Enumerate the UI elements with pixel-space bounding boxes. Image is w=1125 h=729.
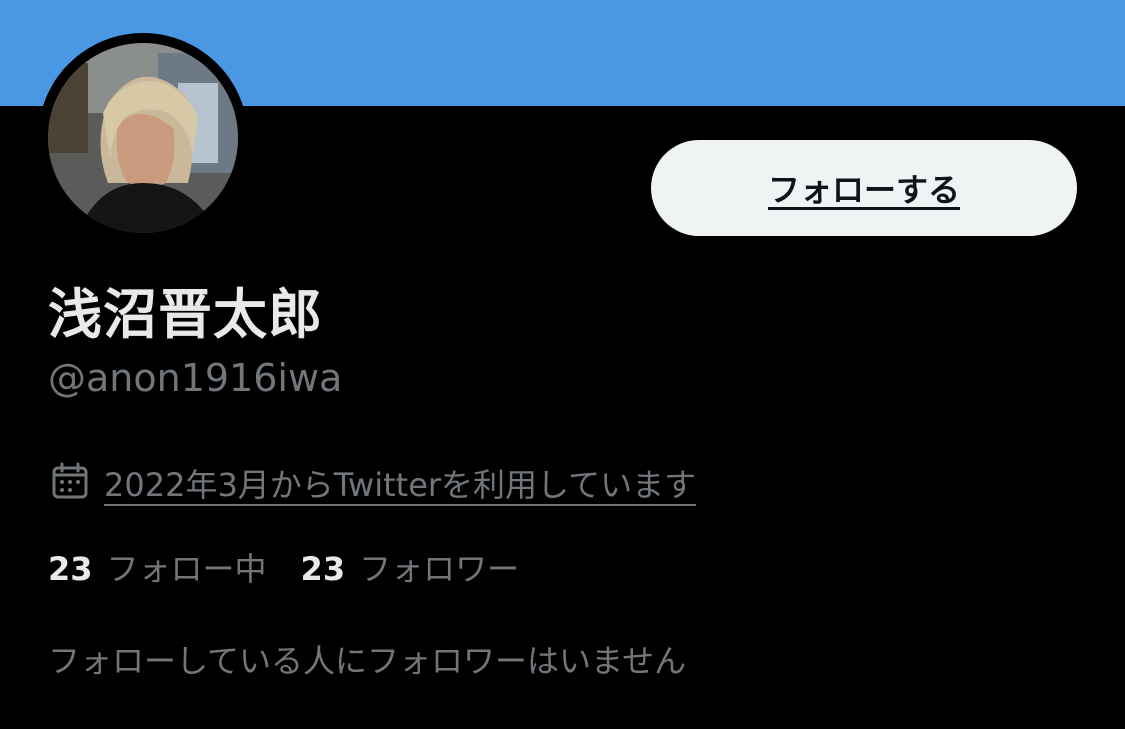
followers-count: 23: [300, 550, 346, 588]
user-handle: @anon1916iwa: [48, 356, 343, 400]
avatar-image: [48, 43, 238, 233]
mutual-followers-note: フォローしている人にフォロワーはいません: [48, 642, 687, 680]
avatar[interactable]: [48, 43, 238, 233]
follow-button[interactable]: フォローする: [651, 140, 1077, 236]
followers-link[interactable]: 23 フォロワー: [301, 544, 520, 590]
display-name: 浅沼晋太郎: [48, 283, 323, 346]
avatar-container[interactable]: [38, 33, 248, 243]
following-label: フォロー中: [106, 550, 267, 588]
calendar-icon: [50, 461, 90, 505]
join-date-text: 2022年3月からTwitterを利用しています: [104, 466, 697, 504]
following-count: 23: [48, 550, 93, 588]
followers-label: フォロワー: [359, 550, 520, 588]
follow-stats: 23 フォロー中 23 フォロワー: [48, 544, 519, 590]
join-date: 2022年3月からTwitterを利用しています: [50, 460, 696, 506]
following-link[interactable]: 23 フォロー中: [48, 544, 267, 590]
